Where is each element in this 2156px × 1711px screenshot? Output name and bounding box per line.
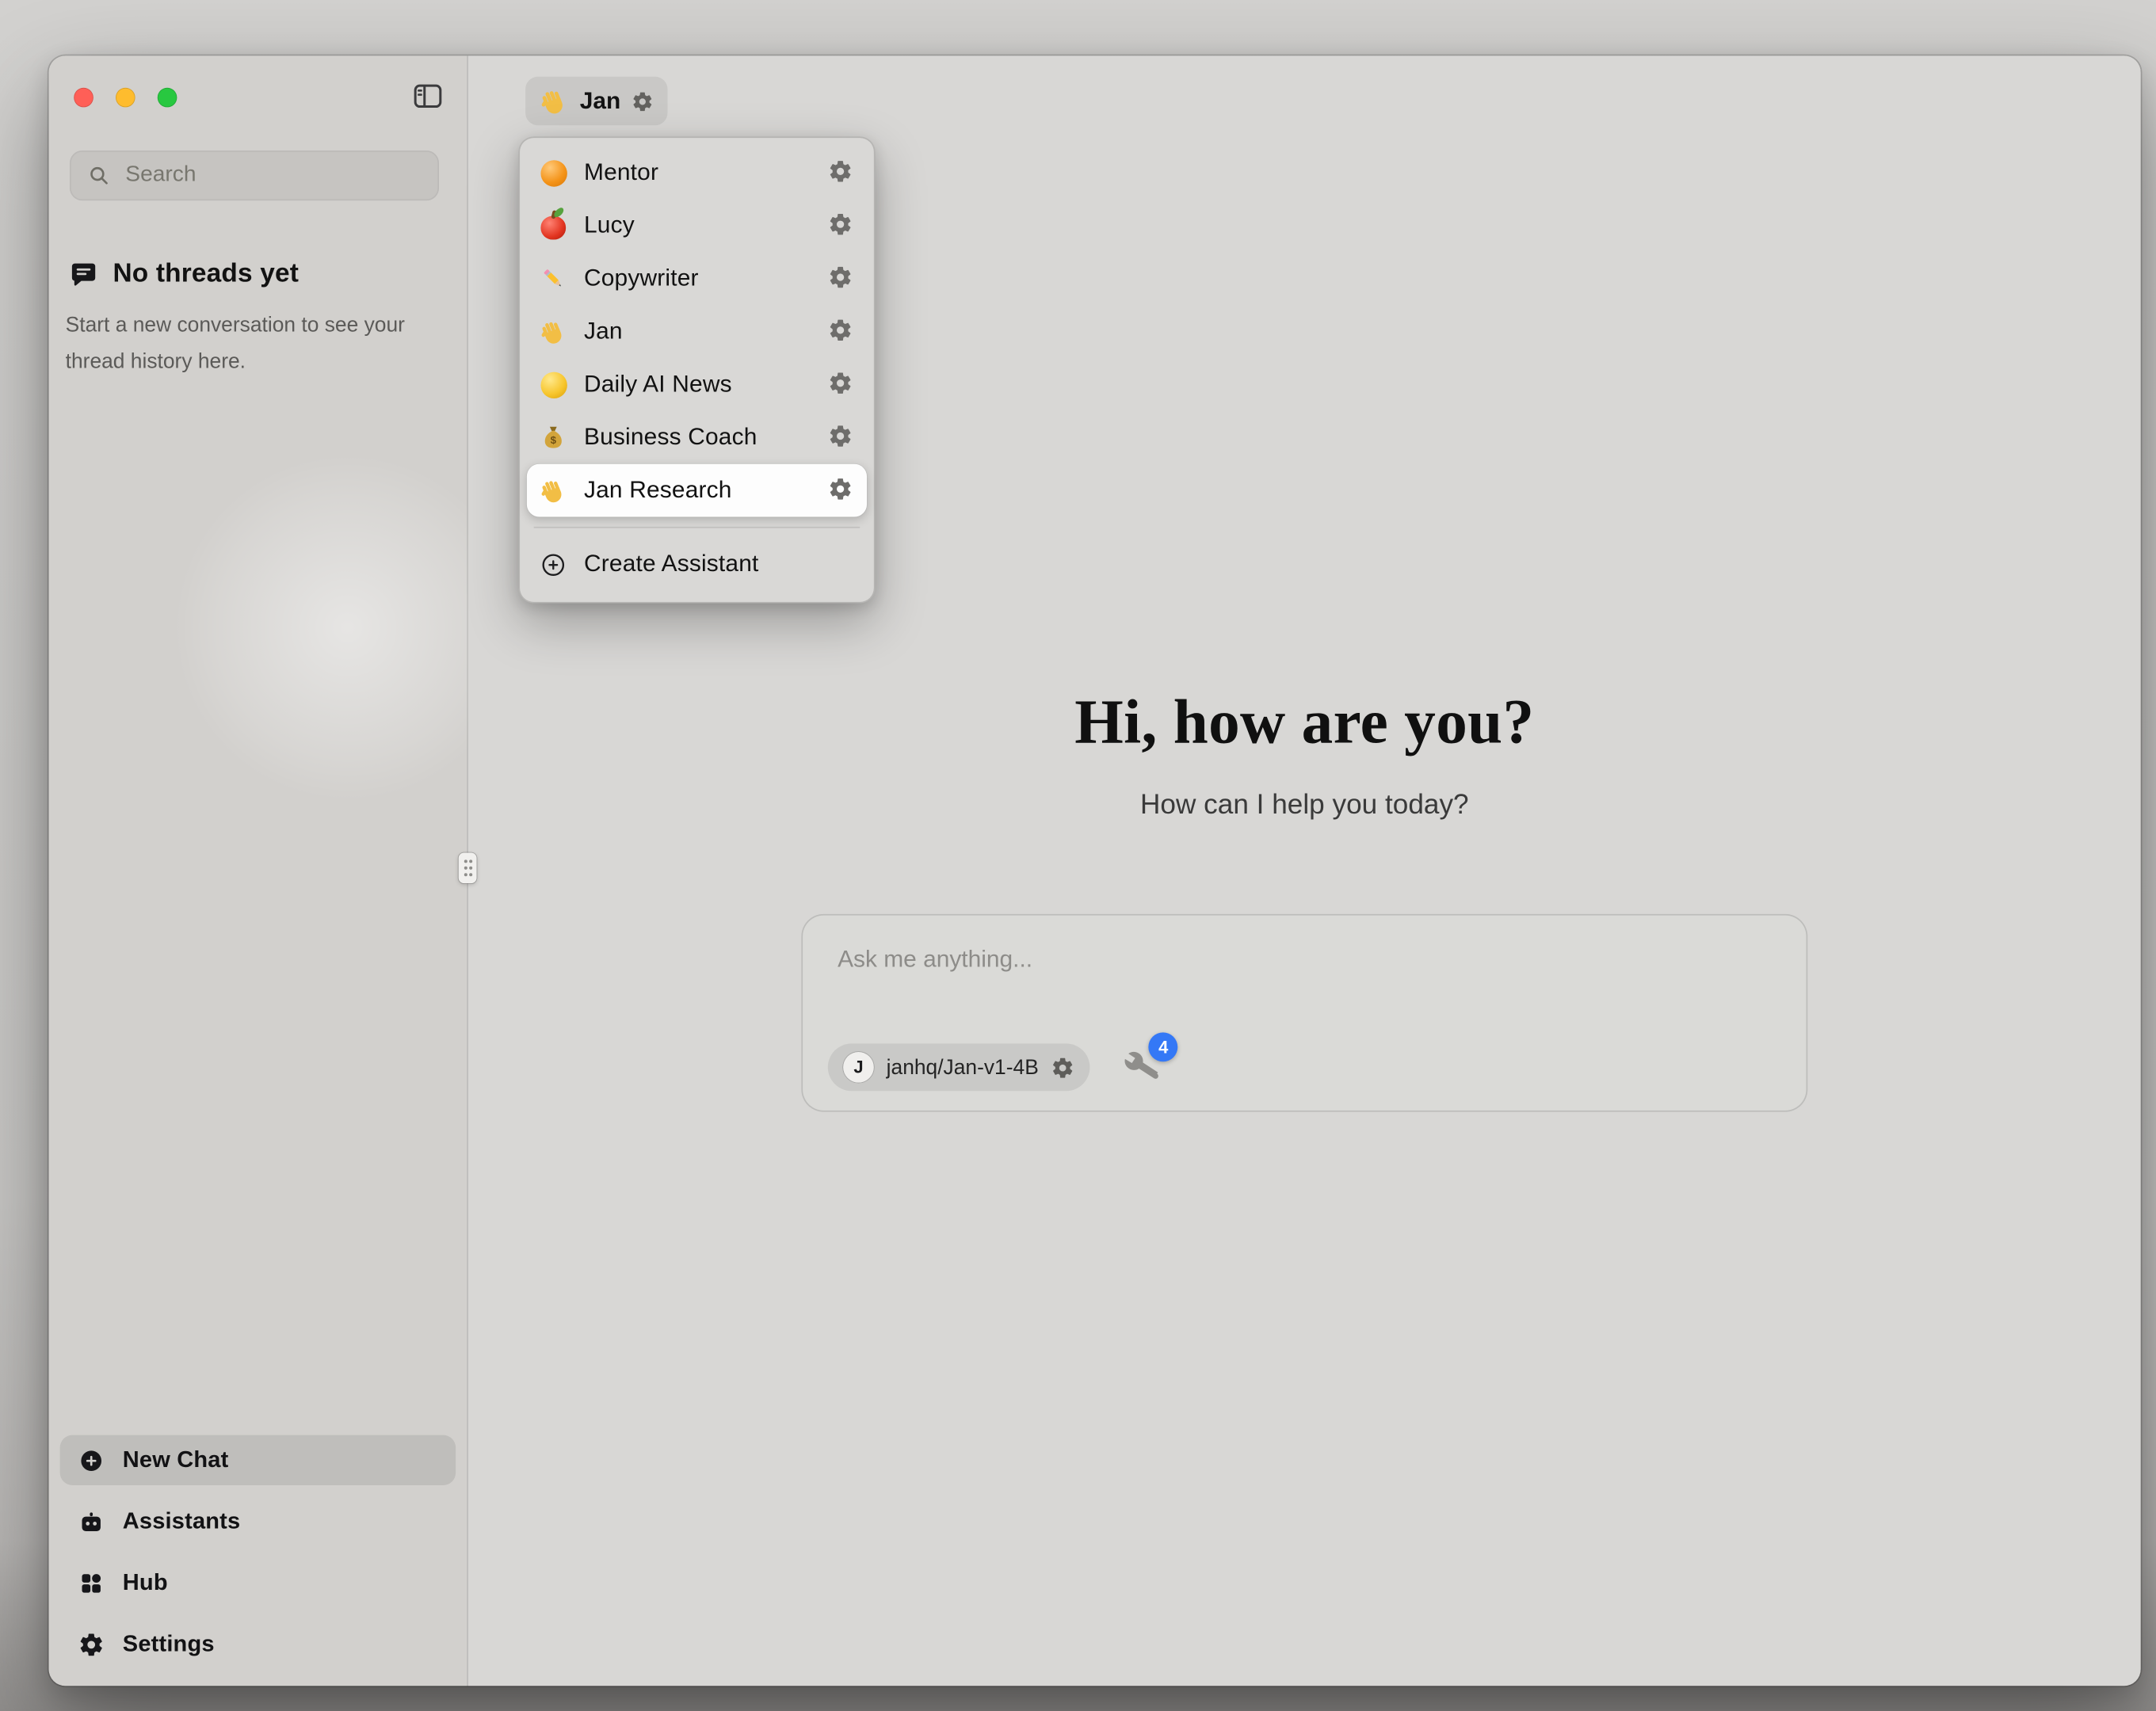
- assistant-menu-item-label: Daily AI News: [584, 371, 810, 398]
- assistant-menu-item-label: Mentor: [584, 159, 810, 187]
- composer-toolbar: J janhq/Jan-v1-4B 4: [828, 1043, 1781, 1091]
- assistant-settings-gear-icon[interactable]: [826, 371, 854, 398]
- message-input[interactable]: [803, 916, 1806, 1002]
- red-apple-icon: [540, 211, 567, 239]
- sidebar-item-label: Settings: [123, 1631, 215, 1657]
- sidebar-item-label: Hub: [123, 1569, 168, 1595]
- zoom-button[interactable]: [158, 88, 177, 108]
- assistant-settings-gear-icon[interactable]: [826, 477, 854, 505]
- assistant-menu-item-label: Jan Research: [584, 477, 810, 505]
- assistant-selector-button[interactable]: Jan: [525, 77, 668, 126]
- sidebar-item-hub[interactable]: Hub: [60, 1557, 456, 1607]
- gear-icon: [1051, 1055, 1075, 1079]
- assistant-menu-item-mentor[interactable]: Mentor: [527, 147, 867, 200]
- waving-hand-icon: [540, 477, 567, 505]
- empty-state: No threads yet Start a new conversation …: [70, 259, 432, 381]
- composer: J janhq/Jan-v1-4B 4: [801, 914, 1807, 1112]
- assistant-menu-item-label: Jan: [584, 318, 810, 345]
- assistant-badge-icon: [78, 1508, 104, 1534]
- assistant-menu-item-lucy[interactable]: Lucy: [527, 200, 867, 253]
- menu-divider: [534, 527, 860, 528]
- gear-icon: [78, 1631, 104, 1657]
- assistant-menu: Mentor Lucy Copywriter Jan: [518, 136, 875, 603]
- sidebar-item-label: Assistants: [123, 1508, 241, 1534]
- model-avatar: J: [843, 1052, 874, 1083]
- assistant-menu-item-label: Lucy: [584, 211, 810, 239]
- assistant-selector-label: Jan: [580, 87, 621, 115]
- assistant-menu-item-label: Business Coach: [584, 424, 810, 452]
- orange-sphere-icon: [540, 159, 567, 187]
- assistant-menu-item-business-coach[interactable]: Business Coach: [527, 411, 867, 464]
- assistant-settings-gear-icon[interactable]: [826, 424, 854, 452]
- search-field[interactable]: [70, 151, 439, 200]
- assistant-menu-item-jan-research[interactable]: Jan Research: [527, 464, 867, 517]
- model-selector[interactable]: J janhq/Jan-v1-4B: [828, 1043, 1090, 1091]
- traffic-lights: [74, 88, 177, 108]
- sidebar-item-assistants[interactable]: Assistants: [60, 1496, 456, 1546]
- sidebar-toggle-icon: [411, 79, 445, 112]
- pencil-icon: [540, 265, 567, 292]
- sidebar-item-label: New Chat: [123, 1447, 229, 1473]
- minimize-button[interactable]: [116, 88, 135, 108]
- empty-state-title: No threads yet: [113, 259, 299, 290]
- sidebar-toggle-button[interactable]: [410, 79, 446, 116]
- assistant-settings-gear-icon[interactable]: [826, 265, 854, 292]
- assistant-menu-item-jan[interactable]: Jan: [527, 305, 867, 358]
- plus-circle-icon: [540, 551, 567, 578]
- assistant-settings-gear-icon[interactable]: [826, 211, 854, 239]
- chat-bubble-icon: [70, 261, 97, 288]
- assistant-menu-item-label: Copywriter: [584, 265, 810, 292]
- close-button[interactable]: [74, 88, 93, 108]
- sidebar-nav: New Chat Assistants Hub Settings: [60, 1435, 456, 1669]
- tools-count-badge: 4: [1149, 1032, 1178, 1061]
- gear-icon: [632, 90, 654, 112]
- create-assistant-button[interactable]: Create Assistant: [527, 538, 867, 591]
- sidebar: No threads yet Start a new conversation …: [49, 55, 467, 1686]
- app-window: No threads yet Start a new conversation …: [49, 55, 2141, 1686]
- waving-hand-icon: [540, 318, 567, 345]
- assistant-menu-item-daily-ai-news[interactable]: Daily AI News: [527, 358, 867, 411]
- yellow-sphere-icon: [540, 371, 567, 398]
- main-area: Jan Mentor Lucy Copywriter: [468, 55, 2141, 1686]
- desktop: No threads yet Start a new conversation …: [0, 0, 2156, 1711]
- greeting-subtitle: How can I help you today?: [468, 790, 2141, 821]
- greeting-title: Hi, how are you?: [468, 685, 2141, 757]
- sidebar-item-settings[interactable]: Settings: [60, 1619, 456, 1669]
- sidebar-item-new-chat[interactable]: New Chat: [60, 1435, 456, 1485]
- empty-state-description: Start a new conversation to see your thr…: [66, 308, 414, 381]
- search-icon: [86, 163, 112, 189]
- plus-circle-icon: [78, 1447, 104, 1473]
- search-input[interactable]: [123, 162, 422, 189]
- greeting: Hi, how are you? How can I help you toda…: [468, 685, 2141, 821]
- assistant-settings-gear-icon[interactable]: [826, 318, 854, 345]
- assistant-settings-gear-icon[interactable]: [826, 159, 854, 187]
- waving-hand-icon: [540, 86, 569, 116]
- money-bag-icon: [540, 424, 567, 452]
- model-name: janhq/Jan-v1-4B: [887, 1055, 1039, 1079]
- create-assistant-label: Create Assistant: [584, 551, 854, 578]
- grip-dots-icon: [462, 858, 473, 878]
- sidebar-resize-handle[interactable]: [459, 852, 477, 883]
- assistant-menu-item-copywriter[interactable]: Copywriter: [527, 252, 867, 305]
- tools-button[interactable]: 4: [1124, 1049, 1160, 1085]
- grid-squares-icon: [78, 1569, 104, 1595]
